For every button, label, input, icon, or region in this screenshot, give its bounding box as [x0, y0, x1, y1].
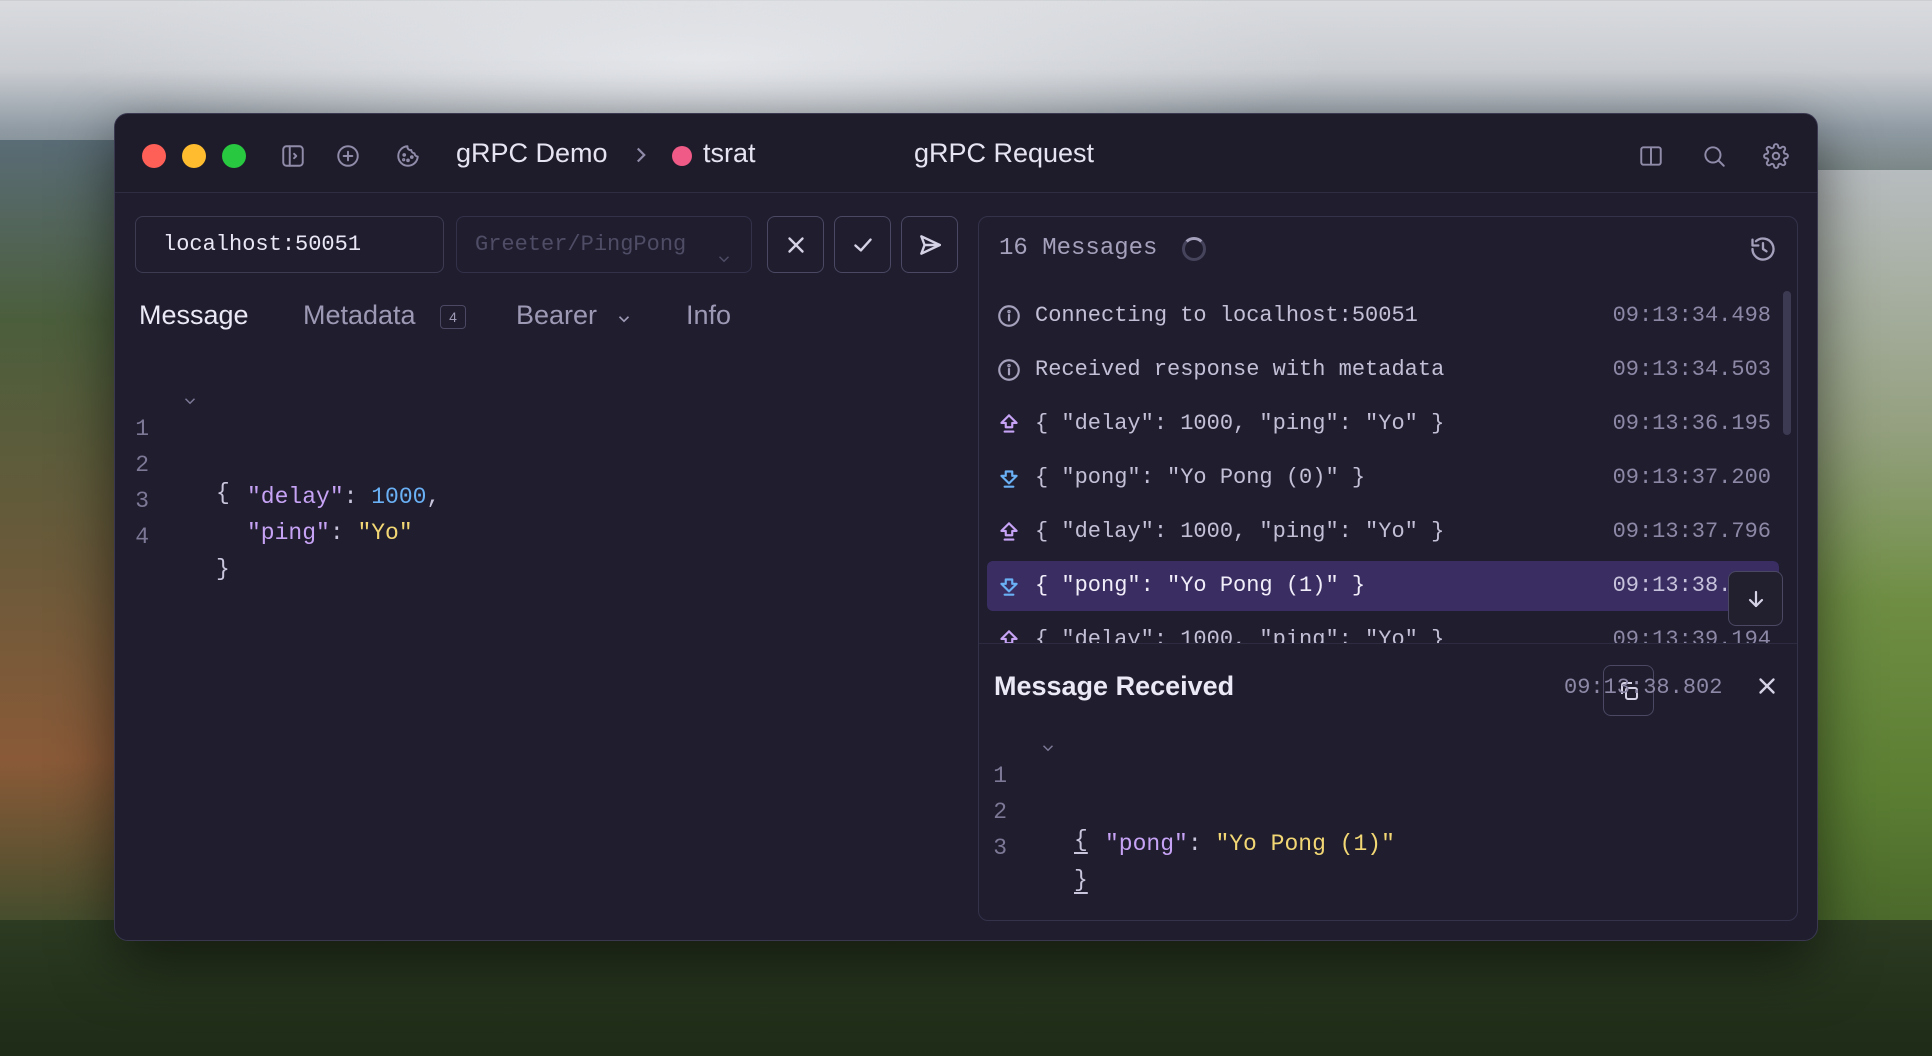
upload-arrow-icon	[996, 627, 1022, 643]
json-key: "pong"	[1105, 831, 1188, 857]
minimize-window-button[interactable]	[182, 144, 206, 168]
code-line: 3 "ping": "Yo"	[115, 453, 815, 546]
loading-spinner-icon	[1182, 237, 1206, 261]
history-icon[interactable]	[1749, 235, 1779, 265]
chevron-down-icon	[715, 235, 733, 263]
info-icon	[996, 303, 1022, 329]
method-select[interactable]: Greeter/PingPong	[456, 216, 752, 273]
search-icon[interactable]	[1698, 140, 1730, 172]
json-colon: :	[329, 520, 344, 546]
event-row[interactable]: { "pong": "Yo Pong (0)" } 09:13:37.200	[987, 453, 1779, 503]
scroll-to-bottom-button[interactable]	[1728, 571, 1783, 626]
json-brace: }	[216, 556, 230, 582]
line-number: 4	[135, 524, 149, 550]
json-brace: }	[1074, 867, 1088, 893]
split-layout-icon[interactable]	[1635, 140, 1667, 172]
divider	[979, 643, 1797, 644]
event-text: Received response with metadata	[1035, 357, 1445, 382]
chevron-down-icon[interactable]	[615, 310, 633, 328]
event-row[interactable]: { "pong": "Yo Pong (1)" } 09:13:38.802	[987, 561, 1779, 611]
code-line: 3 }	[979, 800, 1779, 893]
response-panel: 16 Messages Connecting to localhost:5005…	[978, 216, 1798, 921]
event-row[interactable]: { "delay": 1000, "ping": "Yo" } 09:13:37.…	[987, 507, 1779, 557]
info-icon	[996, 357, 1022, 383]
code-line: 4 }	[115, 489, 815, 582]
arrow-down-icon	[1748, 590, 1763, 607]
fold-chevron-icon[interactable]	[181, 388, 199, 406]
maximize-window-button[interactable]	[222, 144, 246, 168]
tab-info[interactable]: Info	[686, 300, 731, 331]
cancel-button[interactable]	[767, 216, 824, 273]
event-row[interactable]: { "delay": 1000, "ping": "Yo" } 09:13:36.…	[987, 399, 1779, 449]
json-string: "Yo"	[357, 520, 413, 546]
send-icon	[919, 234, 941, 255]
download-arrow-icon	[996, 573, 1022, 599]
event-text: { "delay": 1000, "ping": "Yo" }	[1035, 411, 1445, 436]
event-timestamp: 09:13:34.503	[1612, 357, 1771, 382]
url-input[interactable]	[135, 216, 444, 273]
code-line: 2 "pong": "Yo Pong (1)"	[979, 764, 1779, 857]
chevron-right-icon	[628, 142, 654, 168]
detail-timestamp: 09:13:38.802	[1564, 675, 1723, 700]
event-timestamp: 09:13:37.796	[1612, 519, 1771, 544]
event-timestamp: 09:13:37.200	[1612, 465, 1771, 490]
event-text: { "pong": "Yo Pong (1)" }	[1035, 573, 1366, 598]
event-list-scrollbar[interactable]	[1783, 291, 1791, 435]
metadata-count-badge: 4	[440, 305, 466, 329]
close-detail-button[interactable]	[1754, 673, 1780, 699]
event-text: { "delay": 1000, "ping": "Yo" }	[1035, 519, 1445, 544]
code-line: 1 {	[979, 728, 1779, 853]
tab-message[interactable]: Message	[139, 300, 249, 331]
app-window: gRPC Demo tsrat gRPC Request Greeter/Pin…	[114, 113, 1818, 941]
window-title: gRPC Request	[913, 138, 1095, 168]
fold-chevron-icon[interactable]	[1039, 735, 1057, 753]
event-row[interactable]: Connecting to localhost:50051 09:13:34.49…	[987, 291, 1779, 341]
json-string: "Yo Pong (1)"	[1215, 831, 1395, 857]
environment-color-dot	[672, 146, 692, 166]
gear-icon[interactable]	[1760, 140, 1792, 172]
check-icon	[853, 237, 872, 252]
workspace-name[interactable]: gRPC Demo	[456, 138, 608, 169]
json-key: "ping"	[247, 520, 330, 546]
event-timestamp: 09:13:36.195	[1612, 411, 1771, 436]
send-button[interactable]	[901, 216, 958, 273]
close-window-button[interactable]	[142, 144, 166, 168]
titlebar: gRPC Demo tsrat gRPC Request	[115, 114, 1817, 193]
cookie-icon[interactable]	[392, 140, 424, 172]
sidebar-icon[interactable]	[277, 140, 309, 172]
tab-auth-bearer[interactable]: Bearer	[516, 300, 597, 331]
line-number: 3	[993, 835, 1007, 861]
code-line: 1 {	[115, 381, 815, 506]
event-text: { "delay": 1000, "ping": "Yo" }	[1035, 627, 1445, 643]
detail-title: Message Received	[994, 671, 1235, 701]
close-icon	[1759, 678, 1775, 694]
event-timestamp: 09:13:39.194	[1612, 627, 1771, 643]
upload-arrow-icon	[996, 519, 1022, 545]
plus-circle-icon[interactable]	[332, 140, 364, 172]
event-list[interactable]: Connecting to localhost:50051 09:13:34.49…	[987, 291, 1779, 643]
json-colon: :	[1187, 831, 1202, 857]
upload-arrow-icon	[996, 411, 1022, 437]
event-text: Connecting to localhost:50051	[1035, 303, 1418, 328]
close-icon	[787, 236, 804, 253]
tab-metadata[interactable]: Metadata	[303, 300, 416, 331]
download-arrow-icon	[996, 465, 1022, 491]
environment-name[interactable]: tsrat	[703, 138, 756, 169]
message-count: 16 Messages	[999, 235, 1158, 262]
method-placeholder: Greeter/PingPong	[475, 232, 687, 257]
event-row[interactable]: { "delay": 1000, "ping": "Yo" } 09:13:39.…	[987, 615, 1779, 643]
event-text: { "pong": "Yo Pong (0)" }	[1035, 465, 1366, 490]
event-timestamp: 09:13:34.498	[1612, 303, 1771, 328]
code-line: 2 "delay": 1000,	[115, 417, 815, 510]
validate-button[interactable]	[834, 216, 891, 273]
event-row[interactable]: Received response with metadata 09:13:34.…	[987, 345, 1779, 395]
